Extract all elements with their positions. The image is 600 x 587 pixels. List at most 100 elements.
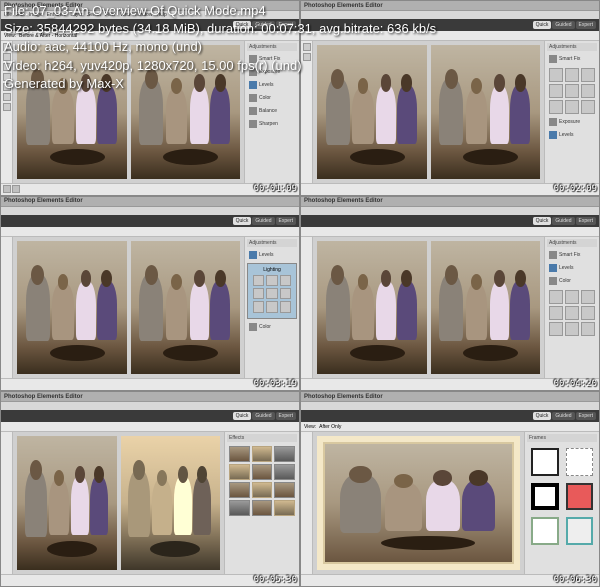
view-toolbar: View: After Only <box>301 422 599 432</box>
timestamp-5: 00:05:30 <box>254 575 297 585</box>
color-item[interactable]: Color <box>547 275 597 287</box>
adjustments-panel: Adjustments Smart Fix Exposure Levels <box>544 41 599 183</box>
effect-thumb[interactable] <box>252 482 273 498</box>
panel-header: Frames <box>527 434 597 442</box>
adj-preset[interactable] <box>549 100 563 114</box>
mode-quick[interactable]: Quick <box>533 217 552 225</box>
levels-preset[interactable] <box>266 275 277 286</box>
adj-preset[interactable] <box>565 84 579 98</box>
levels-item[interactable]: Levels <box>547 129 597 141</box>
effects-grid <box>227 444 297 518</box>
mode-quick[interactable]: Quick <box>233 217 252 225</box>
levels-preset[interactable] <box>280 301 291 312</box>
mode-expert[interactable]: Expert <box>576 21 596 29</box>
effect-thumb[interactable] <box>229 464 250 480</box>
mode-guided[interactable]: Guided <box>552 21 574 29</box>
main-area: Adjustments Smart Fix Levels Color <box>301 237 599 379</box>
mode-guided[interactable]: Guided <box>552 217 574 225</box>
color-item[interactable]: Color <box>247 321 297 333</box>
effect-thumb[interactable] <box>274 464 295 480</box>
after-photo <box>121 436 221 570</box>
left-toolbar <box>1 432 13 574</box>
before-photo <box>17 436 117 570</box>
file-info-overlay: File: 07_03-An Overview Of Quick Mode.mp… <box>0 0 440 95</box>
after-photo-framed <box>317 436 520 570</box>
view-toolbar <box>1 227 299 237</box>
frame-thumb[interactable] <box>566 483 594 511</box>
before-photo <box>17 241 127 375</box>
sharpen-item[interactable]: Sharpen <box>247 118 297 130</box>
mode-quick[interactable]: Quick <box>533 412 552 420</box>
after-photo <box>431 241 541 375</box>
effect-thumb[interactable] <box>274 482 295 498</box>
adj-preset[interactable] <box>581 68 595 82</box>
menubar <box>1 402 299 410</box>
mode-guided[interactable]: Guided <box>252 217 274 225</box>
color-preset[interactable] <box>581 290 595 304</box>
mode-guided[interactable]: Guided <box>552 412 574 420</box>
frame-thumb[interactable] <box>566 448 594 476</box>
effects-panel: Effects <box>224 432 299 574</box>
mode-bar: Quick Guided Expert <box>1 410 299 422</box>
color-preset[interactable] <box>565 322 579 336</box>
effect-thumb[interactable] <box>252 500 273 516</box>
color-preset[interactable] <box>549 306 563 320</box>
levels-preset[interactable] <box>280 275 291 286</box>
effect-thumb[interactable] <box>229 446 250 462</box>
screenshot-6: Photoshop Elements Editor Quick Guided E… <box>300 391 600 587</box>
mode-expert[interactable]: Expert <box>276 217 296 225</box>
mode-guided[interactable]: Guided <box>252 412 274 420</box>
color-preset[interactable] <box>581 322 595 336</box>
titlebar: Photoshop Elements Editor <box>1 197 299 207</box>
smartfix-item[interactable]: Smart Fix <box>547 249 597 261</box>
adj-preset[interactable] <box>549 84 563 98</box>
effect-thumb[interactable] <box>229 482 250 498</box>
frame-thumb[interactable] <box>531 483 559 511</box>
levels-preset[interactable] <box>266 301 277 312</box>
exposure-item[interactable]: Exposure <box>547 116 597 128</box>
color-preset[interactable] <box>581 306 595 320</box>
titlebar: Photoshop Elements Editor <box>301 197 599 207</box>
adj-preset[interactable] <box>549 68 563 82</box>
mode-expert[interactable]: Expert <box>576 412 596 420</box>
photobin-icon[interactable] <box>3 185 11 193</box>
levels-preset[interactable] <box>280 288 291 299</box>
tooloptions-icon[interactable] <box>12 185 20 193</box>
effect-thumb[interactable] <box>252 464 273 480</box>
mode-quick[interactable]: Quick <box>533 21 552 29</box>
frame-thumb[interactable] <box>566 517 594 545</box>
adj-preset[interactable] <box>581 84 595 98</box>
mode-bar: Quick Guided Expert <box>1 215 299 227</box>
text-tool-icon[interactable] <box>3 103 11 111</box>
levels-item[interactable]: Levels <box>547 262 597 274</box>
balance-item[interactable]: Balance <box>247 105 297 117</box>
adjustments-panel: Adjustments Smart Fix Levels Color <box>544 237 599 379</box>
levels-preset[interactable] <box>266 288 277 299</box>
frame-thumb[interactable] <box>531 448 559 476</box>
effect-thumb[interactable] <box>252 446 273 462</box>
adj-preset[interactable] <box>565 100 579 114</box>
adj-preset[interactable] <box>565 68 579 82</box>
smartfix-item[interactable]: Smart Fix <box>547 53 597 65</box>
view-dropdown[interactable]: After Only <box>319 424 341 430</box>
levels-preset[interactable] <box>253 288 264 299</box>
effect-thumb[interactable] <box>274 446 295 462</box>
color-preset[interactable] <box>565 290 579 304</box>
adj-preset[interactable] <box>581 100 595 114</box>
effect-thumb[interactable] <box>229 500 250 516</box>
mode-quick[interactable]: Quick <box>233 412 252 420</box>
after-photo <box>431 45 541 179</box>
frame-thumb[interactable] <box>531 517 559 545</box>
mode-expert[interactable]: Expert <box>576 217 596 225</box>
mode-expert[interactable]: Expert <box>276 412 296 420</box>
panel-header: Adjustments <box>547 43 597 51</box>
levels-preset[interactable] <box>253 301 264 312</box>
timestamp-6: 00:06:30 <box>554 575 597 585</box>
effect-thumb[interactable] <box>274 500 295 516</box>
levels-preset[interactable] <box>253 275 264 286</box>
color-preset[interactable] <box>565 306 579 320</box>
color-preset[interactable] <box>549 322 563 336</box>
color-preset[interactable] <box>549 290 563 304</box>
levels-item[interactable]: Levels <box>247 249 297 261</box>
before-photo <box>317 241 427 375</box>
